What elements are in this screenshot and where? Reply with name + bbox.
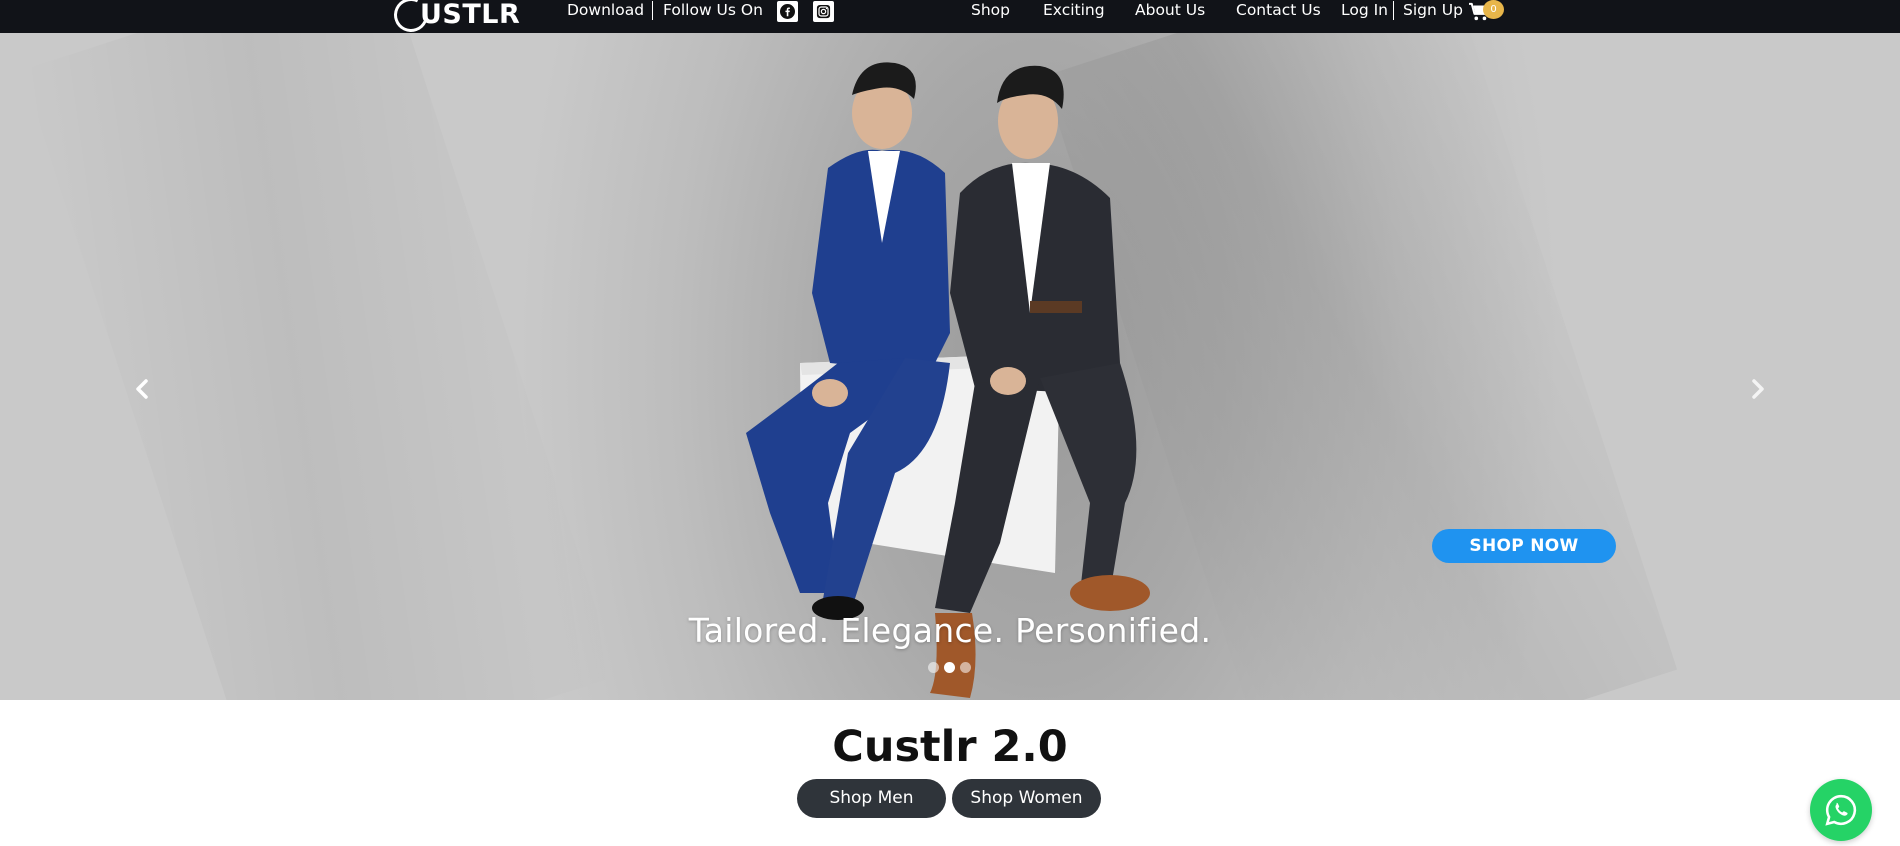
nav-download[interactable]: Download	[567, 0, 644, 20]
hero-carousel: SHOP NOW Tailored. Elegance. Personified…	[0, 33, 1900, 700]
shop-women-button[interactable]: Shop Women	[952, 779, 1101, 818]
whatsapp-chat-icon[interactable]	[1810, 779, 1872, 841]
hero-tagline: Tailored. Elegance. Personified.	[688, 611, 1212, 650]
nav-about-us[interactable]: About Us	[1135, 0, 1205, 20]
carousel-dot-2[interactable]	[944, 662, 955, 673]
carousel-indicators	[928, 662, 971, 673]
hero-image	[746, 62, 1150, 698]
carousel-next-icon[interactable]	[1746, 377, 1770, 401]
logo-text: USTLR	[420, 0, 521, 30]
nav-follow-us-label: Follow Us On	[663, 1, 763, 19]
nav-divider	[1393, 1, 1394, 20]
nav-contact-us[interactable]: Contact Us	[1236, 0, 1321, 20]
section-title: Custlr 2.0	[832, 722, 1068, 772]
nav-divider	[652, 1, 653, 20]
facebook-icon[interactable]	[777, 1, 798, 22]
custlr-logo[interactable]: USTLR	[389, 0, 521, 37]
carousel-dot-1[interactable]	[928, 662, 939, 673]
nav-exciting[interactable]: Exciting	[1043, 0, 1105, 20]
carousel-prev-icon[interactable]	[130, 377, 154, 401]
nav-log-in[interactable]: Log In	[1341, 0, 1388, 20]
shop-men-button[interactable]: Shop Men	[797, 779, 946, 818]
nav-sign-up[interactable]: Sign Up	[1403, 0, 1463, 20]
top-navbar: USTLR Download Follow Us On Shop Excitin…	[0, 0, 1900, 37]
cart-count-badge: 0	[1483, 0, 1504, 19]
nav-shop[interactable]: Shop	[971, 0, 1010, 20]
shop-now-button[interactable]: SHOP NOW	[1432, 529, 1616, 563]
instagram-icon[interactable]	[813, 1, 834, 22]
carousel-dot-3[interactable]	[960, 662, 971, 673]
